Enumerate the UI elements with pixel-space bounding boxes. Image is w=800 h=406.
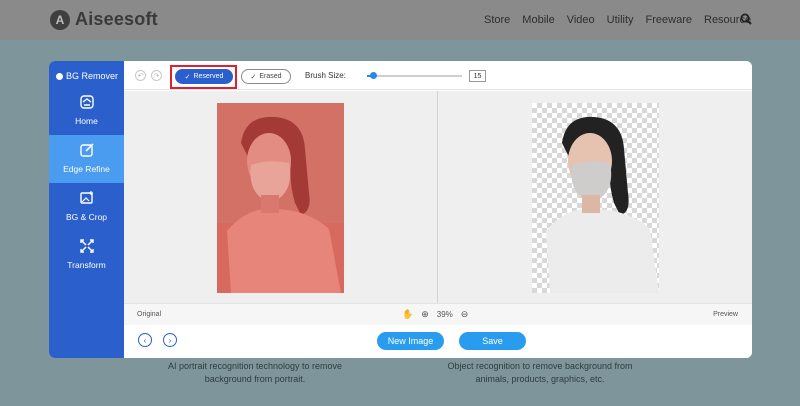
toolbar: ↶ ↷ ✓ Reserved ✓ Erased Brush Size: 15 xyxy=(124,61,752,90)
reserved-button[interactable]: ✓ Reserved xyxy=(175,69,233,84)
app-title-label: BG Remover xyxy=(66,71,119,81)
bottom-actions: ‹ › New Image Save xyxy=(124,325,752,358)
redo-button[interactable]: ↷ xyxy=(151,70,162,81)
sidebar-item-transform[interactable]: Transform xyxy=(49,231,124,279)
app-logo-icon xyxy=(56,72,63,80)
save-button[interactable]: Save xyxy=(459,332,526,350)
sidebar-item-edge-refine[interactable]: Edge Refine xyxy=(49,135,124,183)
home-icon xyxy=(79,95,94,109)
original-pane xyxy=(124,91,437,303)
brand-logo[interactable]: A Aiseesoft xyxy=(50,9,158,30)
original-photo xyxy=(217,103,344,293)
brush-size-value[interactable]: 15 xyxy=(469,70,486,82)
sidebar-item-bg-crop[interactable]: BG & Crop xyxy=(49,183,124,231)
preview-label: Preview xyxy=(713,311,738,318)
erased-button[interactable]: ✓ Erased xyxy=(241,69,291,84)
main-nav: Store Mobile Video Utility Freeware Reso… xyxy=(484,14,763,26)
chevron-left-icon: ‹ xyxy=(143,335,147,345)
transform-icon xyxy=(79,239,94,253)
editor-main: ↶ ↷ ✓ Reserved ✓ Erased Brush Size: 15 O… xyxy=(124,61,752,358)
nav-video[interactable]: Video xyxy=(567,14,595,26)
sidebar-item-label: Transform xyxy=(67,260,106,270)
sidebar-item-home[interactable]: Home xyxy=(49,87,124,135)
nav-mobile[interactable]: Mobile xyxy=(522,14,554,26)
brush-size-slider[interactable] xyxy=(367,72,462,79)
original-label: Original xyxy=(137,311,162,318)
app-title: BG Remover xyxy=(56,71,118,81)
caption-portrait: AI portrait recognition technology to re… xyxy=(167,361,343,384)
new-image-button[interactable]: New Image xyxy=(377,332,444,350)
sidebar-item-label: Home xyxy=(75,116,98,126)
erased-label: Erased xyxy=(259,73,282,80)
brush-check-icon: ✓ xyxy=(184,73,191,81)
search-icon[interactable] xyxy=(740,12,752,30)
brush-size-label: Brush Size: xyxy=(305,71,346,80)
logo-mark: A xyxy=(50,9,70,30)
site-header: A Aiseesoft Store Mobile Video Utility F… xyxy=(0,0,800,40)
sidebar: BG Remover Home Edge Refine BG & Crop Tr… xyxy=(49,61,124,358)
status-bar: Original ✋ ⊕ 39% ⊖ Preview xyxy=(124,303,752,325)
zoom-level: 39% xyxy=(436,310,453,319)
undo-button[interactable]: ↶ xyxy=(135,70,146,81)
edit-icon xyxy=(79,143,94,157)
preview-pane xyxy=(438,91,752,303)
bg-remover-window: BG Remover Home Edge Refine BG & Crop Tr… xyxy=(49,61,752,358)
hand-icon[interactable]: ✋ xyxy=(402,309,413,320)
next-button[interactable]: › xyxy=(163,333,177,347)
zoom-controls: ✋ ⊕ 39% ⊖ xyxy=(398,309,472,320)
preview-photo xyxy=(532,103,659,293)
slider-handle[interactable] xyxy=(369,72,377,79)
chevron-right-icon: › xyxy=(168,335,172,345)
zoom-out-icon[interactable]: ⊖ xyxy=(461,309,469,320)
sidebar-item-label: Edge Refine xyxy=(63,164,110,174)
reserved-label: Reserved xyxy=(193,73,224,80)
brand-name: Aiseesoft xyxy=(75,9,158,29)
previous-button[interactable]: ‹ xyxy=(138,333,152,347)
nav-store[interactable]: Store xyxy=(484,14,510,26)
eraser-icon: ✓ xyxy=(250,73,257,81)
crop-icon xyxy=(79,191,93,204)
nav-freeware[interactable]: Freeware xyxy=(646,14,692,26)
sidebar-item-label: BG & Crop xyxy=(65,212,108,222)
caption-object: Object recognition to remove background … xyxy=(447,361,633,384)
zoom-in-icon[interactable]: ⊕ xyxy=(421,309,429,320)
nav-utility[interactable]: Utility xyxy=(607,14,634,26)
